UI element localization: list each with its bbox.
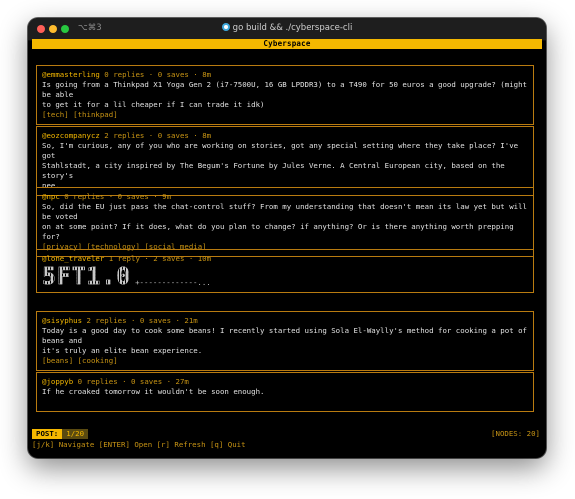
post-tags[interactable]: [tech] [thinkpad]: [42, 110, 528, 120]
keybinding-help: [j/k] Navigate [ENTER] Open [r] Refresh …: [32, 440, 246, 449]
post-body-line: So, did the EU just pass the chat-contro…: [42, 202, 527, 221]
post-card[interactable]: @lone_traveler 1 reply · 2 saves · 10m 5…: [36, 249, 534, 293]
ascii-art-banner: 5FT1.0: [42, 264, 132, 290]
post-body-line: So, I'm curious, any of you who are work…: [42, 141, 519, 160]
app-title: Cyberspace: [263, 39, 311, 48]
window-title: go build && ./cyberspace-cli: [28, 23, 546, 33]
post-author[interactable]: @joppyb: [42, 377, 73, 386]
post-body-line: If he croaked tomorrow it wouldn't be so…: [42, 387, 265, 396]
post-meta: @emmasterling 0 replies · 0 saves · 8m: [42, 70, 212, 79]
post-card[interactable]: @sisyphus 2 replies · 0 saves · 21m Toda…: [36, 311, 534, 371]
post-card[interactable]: @npc 0 replies · 0 saves · 9m So, did th…: [36, 187, 534, 257]
terminal-window: ⌥⌘3 go build && ./cyberspace-cli Cybersp…: [28, 18, 546, 458]
app-header-bar: Cyberspace: [32, 39, 542, 49]
post-body-line: Is going from a Thinkpad X1 Yoga Gen 2 (…: [42, 80, 527, 99]
post-body-spacer: [42, 397, 528, 407]
post-counter: 1/20: [62, 429, 89, 439]
post-card[interactable]: @emmasterling 0 replies · 0 saves · 8m I…: [36, 65, 534, 125]
post-meta: @npc 0 replies · 0 saves · 9m: [42, 192, 172, 201]
post-body-line: to get it for a lil cheaper if I can tra…: [42, 100, 265, 109]
post-meta: @sisyphus 2 replies · 0 saves · 21m: [42, 316, 198, 325]
post-author[interactable]: @lone_traveler: [42, 254, 104, 263]
post-author[interactable]: @emmasterling: [42, 70, 100, 79]
post-tags[interactable]: [beans] [cooking]: [42, 356, 528, 366]
nodes-count: [NODES: 20]: [491, 429, 540, 438]
status-bar: POST: 1/20 [NODES: 20]: [32, 429, 542, 439]
post-body-line: Stahlstadt, a city inspired by The Begum…: [42, 161, 505, 180]
post-meta: @eozcompanycz 2 replies · 0 saves · 8m: [42, 131, 212, 140]
post-card[interactable]: @joppyb 0 replies · 0 saves · 27m If he …: [36, 372, 534, 412]
ascii-art-trailer: +-------------...: [135, 278, 211, 287]
ascii-art-row: 5FT1.0 +-------------...: [42, 264, 528, 290]
go-gopher-icon: [221, 23, 230, 31]
post-meta: @lone_traveler 1 reply · 2 saves · 10m: [42, 254, 212, 263]
window-title-text: go build && ./cyberspace-cli: [232, 23, 353, 33]
post-meta: @joppyb 0 replies · 0 saves · 27m: [42, 377, 189, 386]
post-body-line: on at some point? If it does, what do yo…: [42, 222, 514, 241]
post-label: POST:: [32, 429, 63, 439]
post-author[interactable]: @eozcompanycz: [42, 131, 100, 140]
post-body-line: Today is a good day to cook some beans! …: [42, 326, 527, 345]
post-author[interactable]: @npc: [42, 192, 60, 201]
post-author[interactable]: @sisyphus: [42, 316, 82, 325]
title-bar: ⌥⌘3 go build && ./cyberspace-cli: [28, 18, 546, 41]
post-body-line: it's truly an elite bean experience.: [42, 346, 203, 355]
post-card[interactable]: @eozcompanycz 2 replies · 0 saves · 8m S…: [36, 126, 534, 196]
